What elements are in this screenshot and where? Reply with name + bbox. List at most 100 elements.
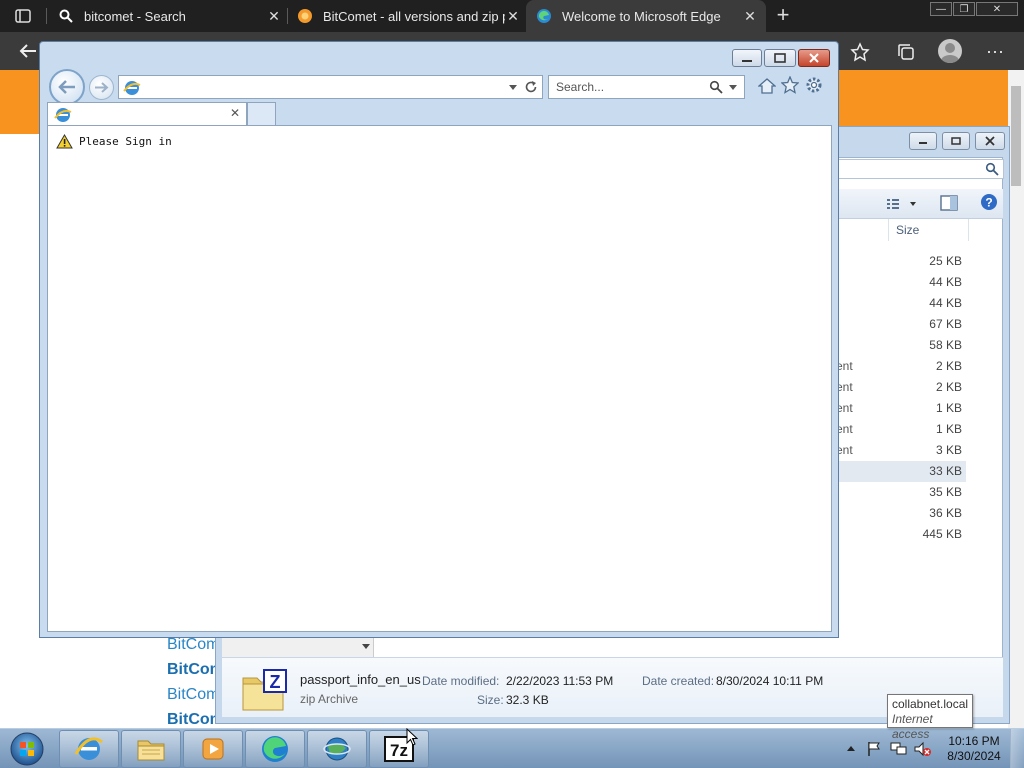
close-icon[interactable]: ✕ bbox=[266, 8, 282, 24]
edge-tab-welcome[interactable]: Welcome to Microsoft Edge ✕ bbox=[526, 0, 766, 32]
file-row[interactable]: 36 KB bbox=[836, 503, 966, 524]
file-row[interactable]: 58 KB bbox=[836, 335, 966, 356]
globe-icon bbox=[323, 737, 351, 761]
search-icon[interactable] bbox=[709, 80, 723, 94]
chevron-down-icon[interactable] bbox=[362, 644, 370, 650]
file-type: zip Archive bbox=[300, 692, 359, 706]
close-icon[interactable]: ✕ bbox=[230, 106, 240, 120]
file-size: 25 KB bbox=[929, 254, 962, 268]
file-row[interactable]: 25 KB bbox=[836, 251, 966, 272]
network-icon[interactable] bbox=[890, 741, 908, 757]
ie-page-icon bbox=[54, 106, 72, 124]
chevron-down-icon[interactable] bbox=[509, 85, 517, 91]
chevron-up-icon[interactable] bbox=[847, 746, 855, 752]
minimize-button[interactable]: — bbox=[930, 2, 952, 16]
browser-tab[interactable]: ✕ bbox=[47, 102, 247, 125]
settings-gear-icon[interactable] bbox=[805, 76, 823, 94]
close-button[interactable]: ✕ bbox=[976, 2, 1018, 16]
file-size: 44 KB bbox=[929, 296, 962, 310]
favorites-icon[interactable] bbox=[850, 42, 870, 62]
file-row[interactable]: 44 KB bbox=[836, 293, 966, 314]
size-value: 32.3 KB bbox=[506, 693, 549, 707]
new-tab-button[interactable]: + bbox=[773, 3, 793, 27]
maximize-button[interactable] bbox=[764, 49, 796, 67]
taskbar-network-app-button[interactable] bbox=[307, 730, 367, 768]
minimize-button[interactable] bbox=[909, 132, 937, 150]
taskbar-explorer-button[interactable] bbox=[121, 730, 181, 768]
tab-actions-icon[interactable] bbox=[14, 8, 32, 24]
file-size: 1 KB bbox=[935, 401, 962, 415]
home-icon[interactable] bbox=[758, 77, 776, 95]
start-button[interactable] bbox=[2, 730, 52, 768]
taskbar-ie-button[interactable] bbox=[59, 730, 119, 768]
search-icon[interactable] bbox=[985, 162, 999, 176]
edge-logo-icon bbox=[536, 8, 552, 24]
more-icon[interactable]: ··· bbox=[986, 42, 1004, 60]
file-row[interactable]: ent 1 KB bbox=[836, 398, 966, 419]
forward-button[interactable] bbox=[89, 75, 114, 100]
file-size: 33 KB bbox=[929, 464, 962, 478]
file-row[interactable]: 35 KB bbox=[836, 482, 966, 503]
minimize-button[interactable] bbox=[732, 49, 762, 67]
close-button[interactable] bbox=[975, 132, 1005, 150]
file-row-selected[interactable]: 33 KB bbox=[836, 461, 966, 482]
file-row[interactable]: ent 3 KB bbox=[836, 440, 966, 461]
date-modified-value: 2/22/2023 11:53 PM bbox=[506, 674, 614, 688]
file-row[interactable]: 44 KB bbox=[836, 272, 966, 293]
help-icon[interactable]: ? bbox=[980, 193, 998, 211]
file-size: 44 KB bbox=[929, 275, 962, 289]
size-label: Size: bbox=[477, 693, 504, 707]
profile-avatar[interactable] bbox=[938, 39, 962, 63]
back-icon[interactable] bbox=[18, 42, 38, 60]
svg-text:Z: Z bbox=[270, 672, 281, 692]
address-bar[interactable] bbox=[118, 75, 543, 99]
view-options-icon[interactable] bbox=[886, 197, 920, 211]
edge-logo-icon bbox=[262, 736, 288, 762]
chevron-down-icon[interactable] bbox=[729, 85, 737, 91]
file-size: 445 KB bbox=[922, 527, 962, 541]
tab-title: bitcomet - Search bbox=[84, 8, 186, 24]
edge-tab-bitcomet-versions[interactable]: BitComet - all versions and zip p ✕ bbox=[297, 0, 521, 32]
page-scrollbar[interactable] bbox=[1008, 70, 1024, 728]
close-icon[interactable]: ✕ bbox=[505, 8, 521, 24]
action-center-flag-icon[interactable] bbox=[866, 741, 882, 757]
preview-pane-icon[interactable] bbox=[940, 195, 958, 211]
column-header-size[interactable]: Size bbox=[896, 223, 919, 237]
maximize-button[interactable] bbox=[942, 132, 970, 150]
volume-muted-icon[interactable] bbox=[914, 741, 932, 757]
pane-scrollbar[interactable] bbox=[222, 637, 374, 659]
ie-page-icon bbox=[123, 79, 141, 97]
file-size: 35 KB bbox=[929, 485, 962, 499]
new-tab-button[interactable] bbox=[247, 102, 276, 125]
date-created-value: 8/30/2024 10:11 PM bbox=[716, 674, 824, 688]
collections-icon[interactable] bbox=[896, 42, 916, 62]
restore-button[interactable]: ❐ bbox=[953, 2, 975, 16]
file-row[interactable]: ent 1 KB bbox=[836, 419, 966, 440]
show-desktop-button[interactable] bbox=[1010, 729, 1024, 768]
close-button[interactable] bbox=[798, 49, 830, 67]
favorites-icon[interactable] bbox=[781, 76, 799, 94]
edge-tab-bitcomet-search[interactable]: bitcomet - Search ✕ bbox=[58, 0, 282, 32]
mouse-cursor bbox=[406, 728, 418, 746]
sign-in-message: Please Sign in bbox=[56, 134, 172, 149]
file-size: 67 KB bbox=[929, 317, 962, 331]
file-row[interactable]: ent 2 KB bbox=[836, 377, 966, 398]
back-button[interactable] bbox=[49, 69, 85, 105]
svg-text:?: ? bbox=[985, 196, 992, 210]
taskbar-7zip-button[interactable]: 7z bbox=[369, 730, 429, 768]
file-row[interactable]: 445 KB bbox=[836, 524, 966, 545]
taskbar-media-player-button[interactable] bbox=[183, 730, 243, 768]
refresh-icon[interactable] bbox=[524, 80, 538, 94]
taskbar: 7z 10:16 PM 8/30/2024 bbox=[0, 728, 1024, 768]
file-row[interactable]: ent 2 KB bbox=[836, 356, 966, 377]
file-size: 2 KB bbox=[935, 380, 962, 394]
explorer-search-input[interactable] bbox=[836, 159, 1004, 179]
search-input[interactable] bbox=[549, 76, 699, 98]
network-tooltip: collabnet.local Internet access bbox=[887, 694, 973, 741]
taskbar-edge-button[interactable] bbox=[245, 730, 305, 768]
file-size: 3 KB bbox=[935, 443, 962, 457]
message-text: Please Sign in bbox=[79, 135, 172, 148]
file-row[interactable]: 67 KB bbox=[836, 314, 966, 335]
search-box[interactable] bbox=[548, 75, 745, 99]
close-icon[interactable]: ✕ bbox=[742, 8, 758, 24]
